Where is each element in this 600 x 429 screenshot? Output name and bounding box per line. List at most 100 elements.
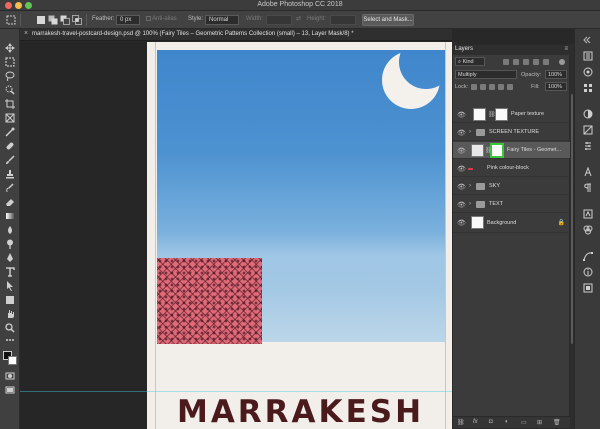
layer-name[interactable]: Background [487,220,516,226]
lock-pixels-icon[interactable] [480,84,486,90]
document-tab[interactable]: × marrakesh-travel-postcard-design.psd @… [20,29,452,41]
new-group-icon[interactable]: ▭ [521,419,527,426]
width-input[interactable] [266,15,292,25]
path-selection-tool-icon[interactable] [5,281,15,291]
add-to-selection-icon[interactable] [48,15,58,25]
group-expand-icon[interactable]: › [469,201,471,207]
filter-adjustment-icon[interactable] [513,59,519,65]
filter-smart-object-icon[interactable] [543,59,549,65]
new-layer-icon[interactable]: ⊞ [537,419,542,426]
selected-layer-mask-thumbnail[interactable] [490,143,504,158]
swap-dimensions-icon[interactable]: ⇄ [296,15,301,22]
healing-brush-tool-icon[interactable] [5,141,15,151]
intersect-selection-icon[interactable] [72,15,82,25]
layer-row-background[interactable]: 👁 Background 🔒 [453,214,571,233]
color-panel-icon[interactable] [583,67,593,77]
group-expand-icon[interactable]: › [469,129,471,135]
height-input[interactable] [330,15,356,25]
layer-name[interactable]: Fairy Tiles - Geomet... [507,147,561,153]
brush-tool-icon[interactable] [5,155,15,165]
glyphs-panel-icon[interactable] [583,209,593,219]
layer-name[interactable]: SKY [489,183,500,189]
filter-pixel-icon[interactable] [503,59,509,65]
lock-position-icon[interactable] [489,84,495,90]
filter-type-icon[interactable] [523,59,529,65]
scrollbar-thumb[interactable] [571,94,573,344]
close-document-icon[interactable]: × [24,30,28,37]
add-mask-icon[interactable]: ◘ [489,419,493,425]
visibility-eye-icon[interactable]: 👁 [457,129,466,137]
screen-mode-icon[interactable] [5,385,15,395]
layer-row-paper-texture[interactable]: 👁 ⛓ Paper texture [453,106,571,123]
fx-icon[interactable]: fx [473,419,478,425]
group-expand-icon[interactable]: › [469,183,471,189]
navigator-panel-icon[interactable] [583,283,593,293]
subtract-from-selection-icon[interactable] [60,15,70,25]
layer-row-text[interactable]: 👁 › TEXT [453,196,571,213]
link-layers-icon[interactable]: ⛓ [457,419,465,426]
paragraph-panel-icon[interactable] [583,183,593,193]
layer-row-fairy-tiles[interactable]: 👁 ⛓ Fairy Tiles - Geomet... [453,142,571,159]
gradient-tool-icon[interactable] [5,211,15,221]
adjustments-panel-icon[interactable] [583,109,593,119]
lock-artboard-icon[interactable] [498,84,504,90]
history-brush-tool-icon[interactable] [5,183,15,193]
visibility-eye-icon[interactable]: 👁 [457,201,466,209]
postcard-canvas[interactable]: MARRAKESH [147,42,452,429]
layer-row-screen-texture[interactable]: 👁 › SCREEN TEXTURE [453,124,571,141]
background-color-swatch[interactable] [8,356,17,365]
layer-name[interactable]: SCREEN TEXTURE [489,129,539,135]
zoom-tool-icon[interactable] [5,323,15,333]
lasso-tool-icon[interactable] [5,71,15,81]
layer-name[interactable]: Paper texture [511,111,544,117]
dodge-tool-icon[interactable] [5,239,15,249]
properties-panel-icon[interactable] [583,141,593,151]
frame-tool-icon[interactable] [5,113,15,123]
new-selection-icon[interactable] [36,15,46,25]
quick-selection-tool-icon[interactable] [5,85,15,95]
visibility-eye-icon[interactable]: 👁 [457,111,466,119]
visibility-eye-icon[interactable]: 👁 [457,219,466,227]
blend-mode-select[interactable]: Multiply [455,70,517,79]
clone-stamp-tool-icon[interactable] [5,169,15,179]
paths-panel-icon[interactable] [583,251,593,261]
crop-tool-icon[interactable] [5,99,15,109]
opacity-input[interactable]: 100% [545,70,567,79]
filter-shape-icon[interactable] [533,59,539,65]
filter-toggle-icon[interactable] [559,59,565,65]
layer-name[interactable]: TEXT [489,201,503,207]
layer-row-sky[interactable]: 👁 › SKY [453,178,571,195]
trash-icon[interactable]: 🗑 [553,419,561,426]
tab-layers[interactable]: Layers [455,46,473,52]
collapse-panels-icon[interactable] [583,35,593,45]
eyedropper-tool-icon[interactable] [5,127,15,137]
pen-tool-icon[interactable] [5,253,15,263]
visibility-eye-icon[interactable]: 👁 [457,147,466,155]
channels-panel-icon[interactable] [583,225,593,235]
select-and-mask-button[interactable]: Select and Mask... [362,14,414,26]
canvas-area[interactable]: MARRAKESH [20,42,452,429]
type-tool-icon[interactable] [5,267,15,277]
character-panel-icon[interactable] [583,167,593,177]
move-tool-icon[interactable] [5,43,15,53]
layer-row-pink-colour-block[interactable]: 👁 Pink colour-block [453,160,571,177]
hand-tool-icon[interactable] [5,309,15,319]
layer-mask-thumbnail[interactable] [495,108,508,121]
layer-name[interactable]: Pink colour-block [487,165,529,171]
swatches-panel-icon[interactable] [583,83,593,93]
styles-panel-icon[interactable] [583,125,593,135]
fill-input[interactable]: 100% [545,82,567,91]
quick-mask-icon[interactable] [5,371,15,381]
marquee-tool-preset-icon[interactable] [6,15,16,25]
eraser-tool-icon[interactable] [5,197,15,207]
visibility-eye-icon[interactable]: 👁 [457,165,466,173]
more-tools-icon[interactable] [5,335,15,345]
panel-menu-icon[interactable]: ≡ [564,46,568,52]
adjustment-layer-icon[interactable]: ◐ [505,419,509,425]
info-panel-icon[interactable] [583,267,593,277]
feather-input[interactable]: 0 px [116,15,140,25]
layer-filter-select[interactable]: ⌕ Kind [455,57,485,66]
lock-all-icon[interactable] [507,84,513,90]
history-panel-icon[interactable] [583,51,593,61]
anti-alias-checkbox[interactable]: Anti-alias [146,16,177,22]
